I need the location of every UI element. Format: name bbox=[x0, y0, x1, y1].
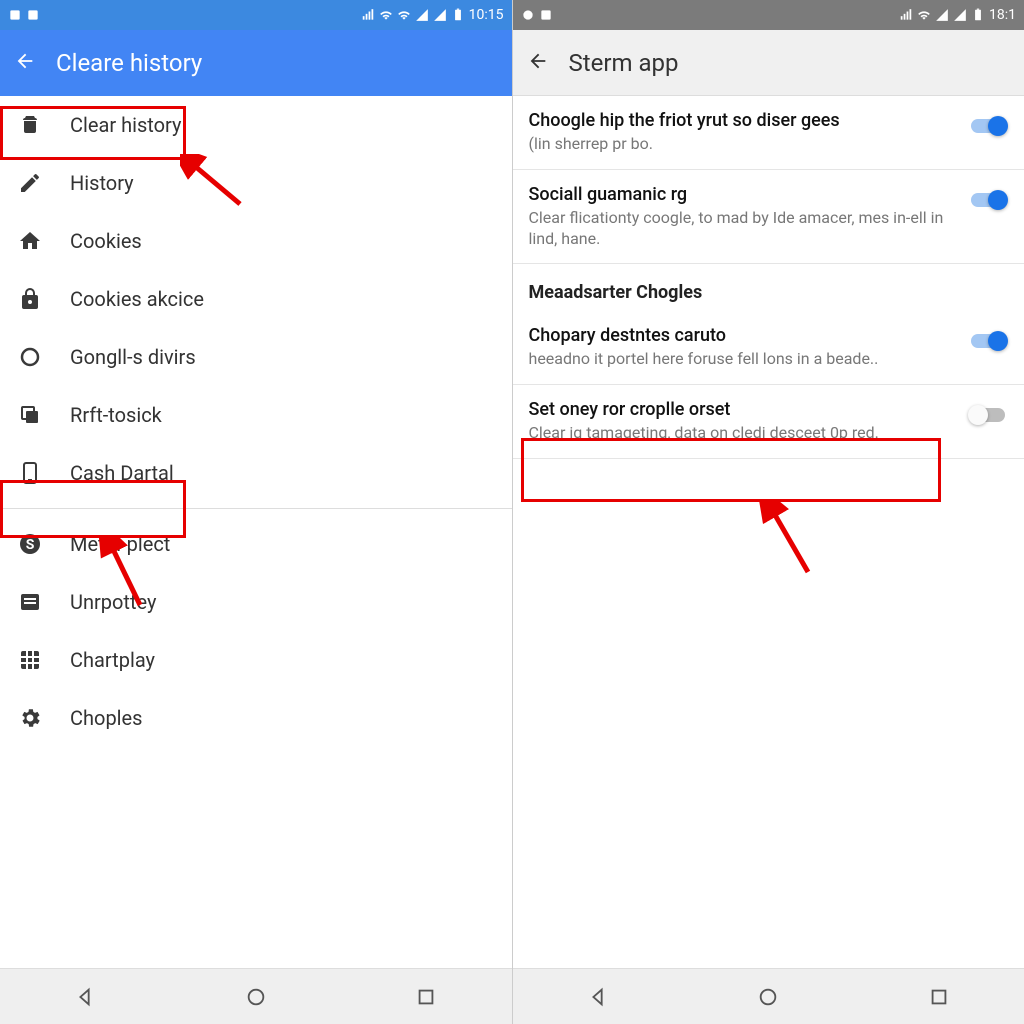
header-right: Sterm app bbox=[513, 30, 1024, 96]
wifi-icon bbox=[917, 8, 931, 22]
back-arrow-icon[interactable] bbox=[527, 50, 549, 76]
menu-label: Metirl-plect bbox=[70, 532, 496, 556]
setting-subtitle: (lin sherrep pr bo. bbox=[529, 134, 957, 155]
page-title: Cleare history bbox=[56, 49, 202, 77]
setting-chopary[interactable]: Chopary destntes caruto heeadno it porte… bbox=[513, 311, 1024, 385]
menu-item-chartplay[interactable]: Chartplay bbox=[0, 631, 512, 689]
notification-icon bbox=[521, 8, 535, 22]
setting-subtitle: Clear flicationty coogle, to mad by Ide … bbox=[529, 208, 957, 250]
nav-back-icon[interactable] bbox=[587, 986, 609, 1008]
nav-home-icon[interactable] bbox=[757, 986, 779, 1008]
menu-label: Unrpottey bbox=[70, 590, 496, 614]
setting-subtitle: heeadno it portel here foruse fell lons … bbox=[529, 349, 957, 370]
menu-item-unrpottey[interactable]: Unrpottey bbox=[0, 573, 512, 631]
signal-bars-icon bbox=[899, 8, 913, 22]
divider bbox=[0, 508, 512, 509]
menu-label: Gongll-s divirs bbox=[70, 345, 496, 369]
setting-subtitle: Clear ig tamageting, data on cledi desce… bbox=[529, 423, 957, 444]
setting-set-oney[interactable]: Set oney ror croplle orset Clear ig tama… bbox=[513, 385, 1024, 459]
nav-recent-icon[interactable] bbox=[928, 986, 950, 1008]
settings-list: Choogle hip the friot yrut so diser gees… bbox=[513, 96, 1024, 968]
menu-label: Choples bbox=[70, 706, 496, 730]
battery-icon bbox=[451, 8, 465, 22]
notification-icon bbox=[8, 8, 22, 22]
list-icon bbox=[18, 590, 42, 614]
toggle-switch[interactable] bbox=[968, 114, 1008, 138]
menu-item-clear-history[interactable]: Clear history bbox=[0, 96, 512, 154]
menu-item-rrft[interactable]: Rrft-tosick bbox=[0, 386, 512, 444]
menu-item-choples[interactable]: Choples bbox=[0, 689, 512, 747]
nav-back-icon[interactable] bbox=[74, 986, 96, 1008]
notification-icon bbox=[26, 8, 40, 22]
lock-icon bbox=[18, 287, 42, 311]
setting-sociall[interactable]: Sociall guamanic rg Clear flicationty co… bbox=[513, 170, 1024, 265]
grid-icon bbox=[18, 648, 42, 672]
menu-item-history[interactable]: History bbox=[0, 154, 512, 212]
toggle-switch[interactable] bbox=[968, 403, 1008, 427]
nav-bar-right bbox=[513, 968, 1024, 1024]
cellular-icon bbox=[953, 8, 967, 22]
home-icon bbox=[18, 229, 42, 253]
menu-label: Chartplay bbox=[70, 648, 496, 672]
cellular-icon bbox=[935, 8, 949, 22]
status-bar-left: 10:15 bbox=[0, 0, 512, 30]
phone-icon bbox=[18, 461, 42, 485]
setting-title: Chopary destntes caruto bbox=[529, 325, 957, 346]
back-arrow-icon[interactable] bbox=[14, 50, 36, 76]
menu-item-metirl[interactable]: S Metirl-plect bbox=[0, 515, 512, 573]
svg-text:S: S bbox=[26, 537, 35, 553]
battery-icon bbox=[971, 8, 985, 22]
menu-label: Clear history bbox=[70, 113, 496, 137]
status-bar-right: 18:1 bbox=[513, 0, 1024, 30]
clock-text: 10:15 bbox=[469, 7, 504, 23]
header-left: Cleare history bbox=[0, 30, 512, 96]
clock-text: 18:1 bbox=[989, 7, 1016, 23]
menu-label: History bbox=[70, 171, 496, 195]
copy-icon bbox=[18, 403, 42, 427]
dollar-icon: S bbox=[18, 532, 42, 556]
setting-choogle[interactable]: Choogle hip the friot yrut so diser gees… bbox=[513, 96, 1024, 170]
signal-bars-icon bbox=[361, 8, 375, 22]
menu-item-cookies[interactable]: Cookies bbox=[0, 212, 512, 270]
menu-label: Cookies akcice bbox=[70, 287, 496, 311]
circle-icon bbox=[18, 345, 42, 369]
menu-label: Rrft-tosick bbox=[70, 403, 496, 427]
cellular-icon bbox=[415, 8, 429, 22]
menu-label: Cookies bbox=[70, 229, 496, 253]
page-title: Sterm app bbox=[569, 49, 679, 77]
gear-icon bbox=[18, 706, 42, 730]
nav-home-icon[interactable] bbox=[245, 986, 267, 1008]
wifi-icon bbox=[379, 8, 393, 22]
menu-list: Clear history History Cookies Cookies ak… bbox=[0, 96, 512, 968]
pencil-icon bbox=[18, 171, 42, 195]
notification-icon bbox=[539, 8, 553, 22]
android-icon bbox=[18, 113, 42, 137]
menu-item-google-divirs[interactable]: Gongll-s divirs bbox=[0, 328, 512, 386]
menu-label: Cash Dartal bbox=[70, 461, 496, 485]
toggle-switch[interactable] bbox=[968, 329, 1008, 353]
nav-recent-icon[interactable] bbox=[415, 986, 437, 1008]
toggle-switch[interactable] bbox=[968, 188, 1008, 212]
setting-title: Sociall guamanic rg bbox=[529, 184, 957, 205]
setting-title: Set oney ror croplle orset bbox=[529, 399, 957, 420]
setting-title: Choogle hip the friot yrut so diser gees bbox=[529, 110, 957, 131]
menu-item-cash-dartal[interactable]: Cash Dartal bbox=[0, 444, 512, 502]
cellular-icon bbox=[433, 8, 447, 22]
menu-item-cookies-access[interactable]: Cookies akcice bbox=[0, 270, 512, 328]
section-header: Meaadsarter Chogles bbox=[513, 264, 1024, 311]
wifi-icon bbox=[397, 8, 411, 22]
nav-bar-left bbox=[0, 968, 512, 1024]
